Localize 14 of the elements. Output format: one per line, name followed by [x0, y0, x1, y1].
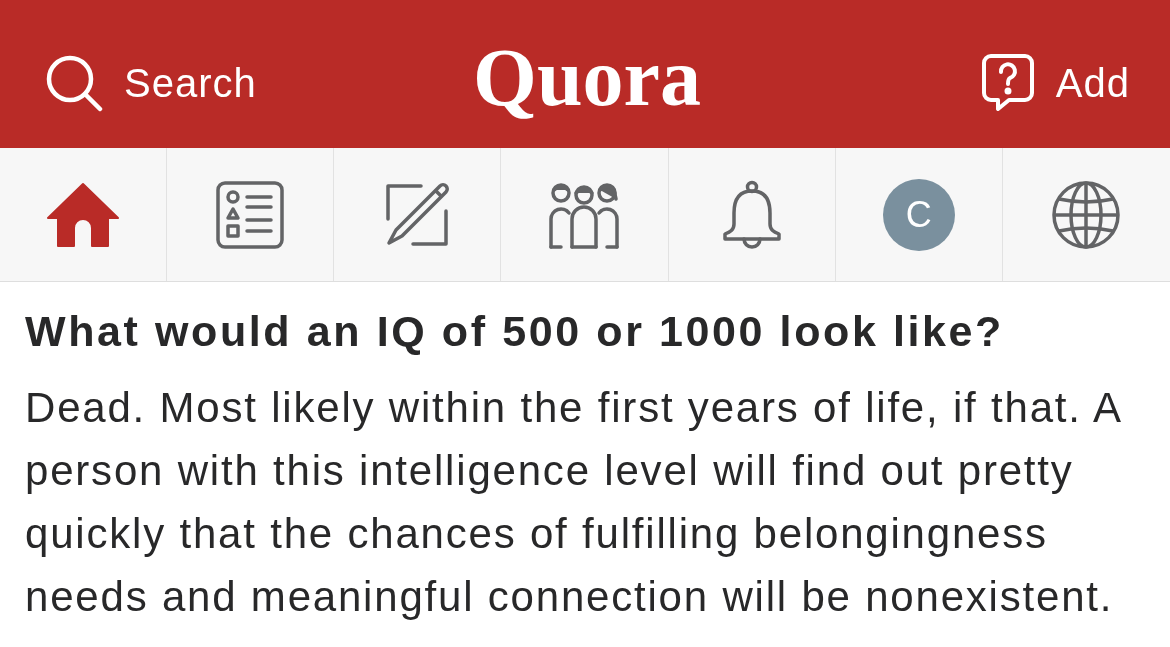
avatar: C — [882, 178, 955, 251]
profile-tab[interactable]: C — [835, 148, 1003, 281]
question-title: What would an IQ of 500 or 1000 look like? — [25, 306, 1005, 357]
question-bubble-icon — [981, 53, 1034, 113]
search-button[interactable]: Search — [44, 50, 257, 116]
bell-icon — [720, 179, 783, 250]
answer-text: Dead. Most likely within the first years of life, if that. A person with this intelligence level will find out pretty quickly that the chances of fulfilling belongingness needs and meaningful connection will be nonexistent. — [25, 383, 1122, 622]
globe-icon — [1051, 179, 1122, 250]
list-icon — [216, 180, 285, 249]
logo: Quora — [473, 37, 701, 125]
house-icon — [46, 181, 121, 248]
add-button[interactable]: Add — [981, 49, 1130, 117]
search-icon — [44, 54, 104, 112]
people-icon — [549, 180, 620, 249]
